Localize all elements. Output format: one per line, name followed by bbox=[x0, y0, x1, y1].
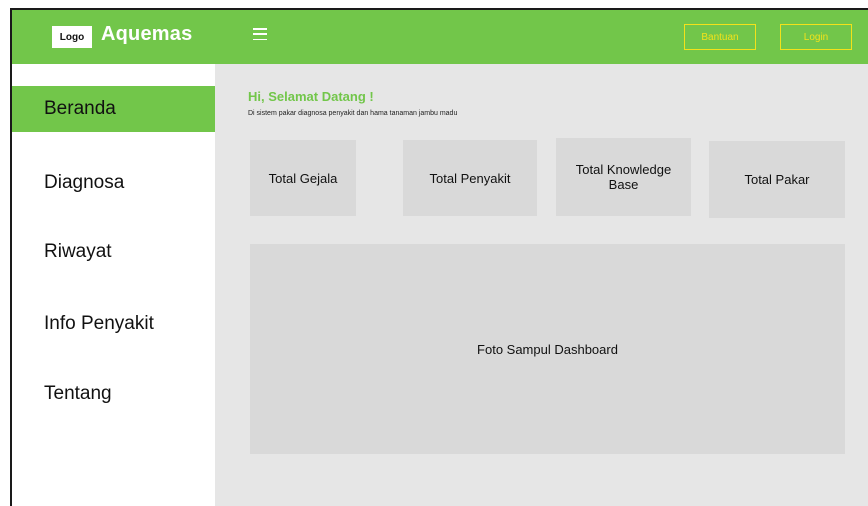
stat-card-total-knowledge-base[interactable]: Total Knowledge Base bbox=[556, 138, 691, 216]
stat-card-total-pakar[interactable]: Total Pakar bbox=[709, 141, 845, 218]
sidebar-item-label: Riwayat bbox=[44, 241, 112, 262]
help-button[interactable]: Bantuan bbox=[684, 24, 756, 50]
top-navbar: Logo Aquemas Bantuan Login bbox=[12, 10, 868, 64]
app-name: Aquemas bbox=[101, 23, 193, 45]
login-button[interactable]: Login bbox=[780, 24, 852, 50]
hamburger-line bbox=[253, 33, 267, 35]
sidebar-item-tentang[interactable]: Tentang bbox=[12, 371, 215, 417]
sidebar-item-label: Beranda bbox=[44, 98, 116, 119]
cover-photo-label: Foto Sampul Dashboard bbox=[477, 341, 618, 357]
sidebar-item-info-penyakit[interactable]: Info Penyakit bbox=[12, 301, 215, 347]
hamburger-menu-icon[interactable] bbox=[253, 28, 267, 40]
sidebar: Beranda Diagnosa Riwayat Info Penyakit T… bbox=[12, 64, 215, 506]
app-window: Logo Aquemas Bantuan Login Beranda Diagn… bbox=[10, 8, 868, 506]
stat-card-total-penyakit[interactable]: Total Penyakit bbox=[403, 140, 537, 216]
sidebar-item-diagnosa[interactable]: Diagnosa bbox=[12, 160, 215, 206]
welcome-heading: Hi, Selamat Datang ! bbox=[248, 89, 374, 104]
welcome-subtitle: Di sistem pakar diagnosa penyakit dan ha… bbox=[248, 110, 458, 117]
hamburger-line bbox=[253, 28, 267, 30]
main-content: Hi, Selamat Datang ! Di sistem pakar dia… bbox=[215, 64, 868, 506]
stat-card-label: Total Pakar bbox=[744, 172, 810, 187]
stat-card-label: Total Knowledge Base bbox=[575, 162, 672, 192]
stat-card-total-gejala[interactable]: Total Gejala bbox=[250, 140, 356, 216]
logo: Logo bbox=[52, 26, 92, 48]
sidebar-item-label: Info Penyakit bbox=[44, 313, 154, 334]
sidebar-item-label: Diagnosa bbox=[44, 172, 125, 193]
stat-card-label: Total Gejala bbox=[268, 170, 338, 186]
dashboard-cover-photo: Foto Sampul Dashboard bbox=[250, 244, 845, 454]
sidebar-item-riwayat[interactable]: Riwayat bbox=[12, 229, 215, 275]
stat-card-label: Total Penyakit bbox=[429, 170, 511, 186]
hamburger-line bbox=[253, 38, 267, 40]
sidebar-item-beranda[interactable]: Beranda bbox=[12, 86, 215, 132]
sidebar-item-label: Tentang bbox=[44, 383, 112, 404]
